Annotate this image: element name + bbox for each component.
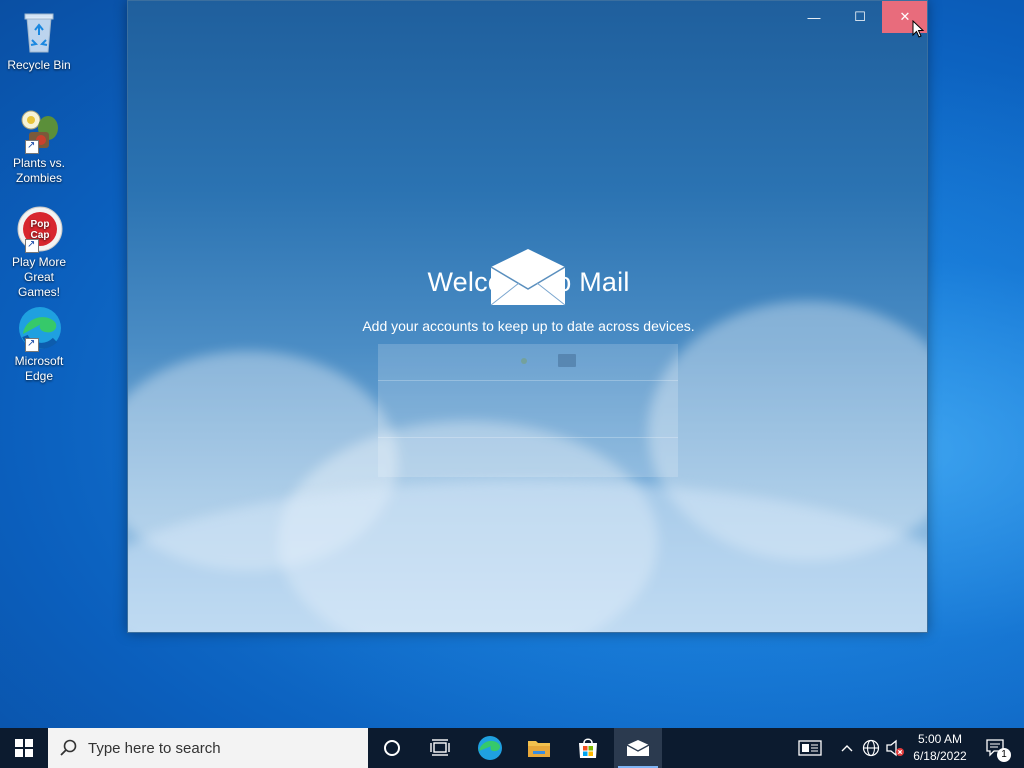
chevron-up-icon bbox=[841, 745, 853, 752]
shortcut-arrow-icon bbox=[25, 336, 39, 352]
network-button[interactable] bbox=[860, 728, 882, 768]
desktop-icon-plants-vs-zombies[interactable]: Plants vs. Zombies bbox=[2, 106, 76, 186]
news-icon bbox=[798, 740, 822, 756]
edge-icon bbox=[478, 736, 502, 760]
desktop-icon-label: Plants vs. Zombies bbox=[12, 156, 66, 185]
popcap-icon: Pop Cap bbox=[15, 205, 63, 253]
plants-vs-zombies-icon bbox=[15, 106, 63, 154]
windows-logo-icon bbox=[15, 739, 33, 757]
news-widget-button[interactable] bbox=[795, 728, 825, 768]
start-button[interactable] bbox=[0, 728, 48, 768]
mouse-cursor-icon bbox=[912, 19, 925, 38]
folder-icon bbox=[528, 741, 550, 757]
account-setup-panel bbox=[378, 344, 678, 477]
recycle-bin-icon bbox=[15, 8, 63, 56]
maximize-button[interactable]: ☐ bbox=[837, 1, 883, 33]
desktop-icon-label: Recycle Bin bbox=[7, 58, 71, 72]
action-center-button[interactable]: 1 bbox=[980, 728, 1012, 768]
shortcut-arrow-icon bbox=[25, 237, 39, 253]
search-placeholder: Type here to search bbox=[88, 739, 221, 757]
email-account-icon bbox=[558, 354, 576, 367]
taskbar-mail-button[interactable] bbox=[614, 728, 662, 768]
go-to-inbox-row[interactable] bbox=[378, 437, 678, 478]
task-view-icon bbox=[430, 739, 450, 756]
welcome-subtitle: Add your accounts to keep up to date acr… bbox=[362, 318, 695, 334]
mail-envelope-icon bbox=[489, 247, 567, 307]
clock-date: 6/18/2022 bbox=[913, 749, 967, 763]
taskbar-file-explorer-button[interactable] bbox=[515, 728, 563, 768]
taskbar-clock[interactable]: 5:00 AM 6/18/2022 bbox=[900, 731, 980, 765]
desktop-icon-play-more-games[interactable]: Pop Cap Play More Great Games! bbox=[2, 205, 76, 300]
store-icon bbox=[579, 738, 597, 758]
svg-text:Pop: Pop bbox=[31, 219, 50, 230]
desktop-icon-label: Play More Great Games! bbox=[11, 255, 67, 299]
desktop-icon-label: Microsoft Edge bbox=[14, 354, 64, 383]
desktop-icon-recycle-bin[interactable]: Recycle Bin bbox=[2, 8, 76, 73]
taskbar-search-box[interactable]: Type here to search bbox=[48, 728, 368, 768]
taskbar-store-button[interactable] bbox=[564, 728, 612, 768]
show-hidden-icons-button[interactable] bbox=[838, 728, 856, 768]
cortana-button[interactable] bbox=[368, 728, 416, 768]
cortana-icon bbox=[384, 740, 400, 756]
taskbar: Type here to search 5:00 AM 6/18/2022 1 bbox=[0, 728, 1024, 768]
add-account-row[interactable] bbox=[378, 380, 678, 437]
task-view-button[interactable] bbox=[416, 728, 464, 768]
clock-time: 5:00 AM bbox=[917, 732, 963, 746]
shortcut-arrow-icon bbox=[25, 138, 39, 154]
google-account-icon bbox=[521, 358, 527, 364]
desktop-icon-microsoft-edge[interactable]: Microsoft Edge bbox=[2, 304, 76, 384]
mail-icon bbox=[626, 740, 650, 756]
taskbar-edge-button[interactable] bbox=[466, 728, 514, 768]
notification-count-badge: 1 bbox=[997, 748, 1011, 762]
globe-icon bbox=[862, 739, 880, 757]
mail-window[interactable]: — ☐ ✕ Welcome to Mail Add your accounts … bbox=[127, 0, 928, 633]
search-icon bbox=[60, 739, 77, 756]
edge-icon bbox=[15, 304, 63, 352]
minimize-button[interactable]: — bbox=[791, 1, 837, 33]
